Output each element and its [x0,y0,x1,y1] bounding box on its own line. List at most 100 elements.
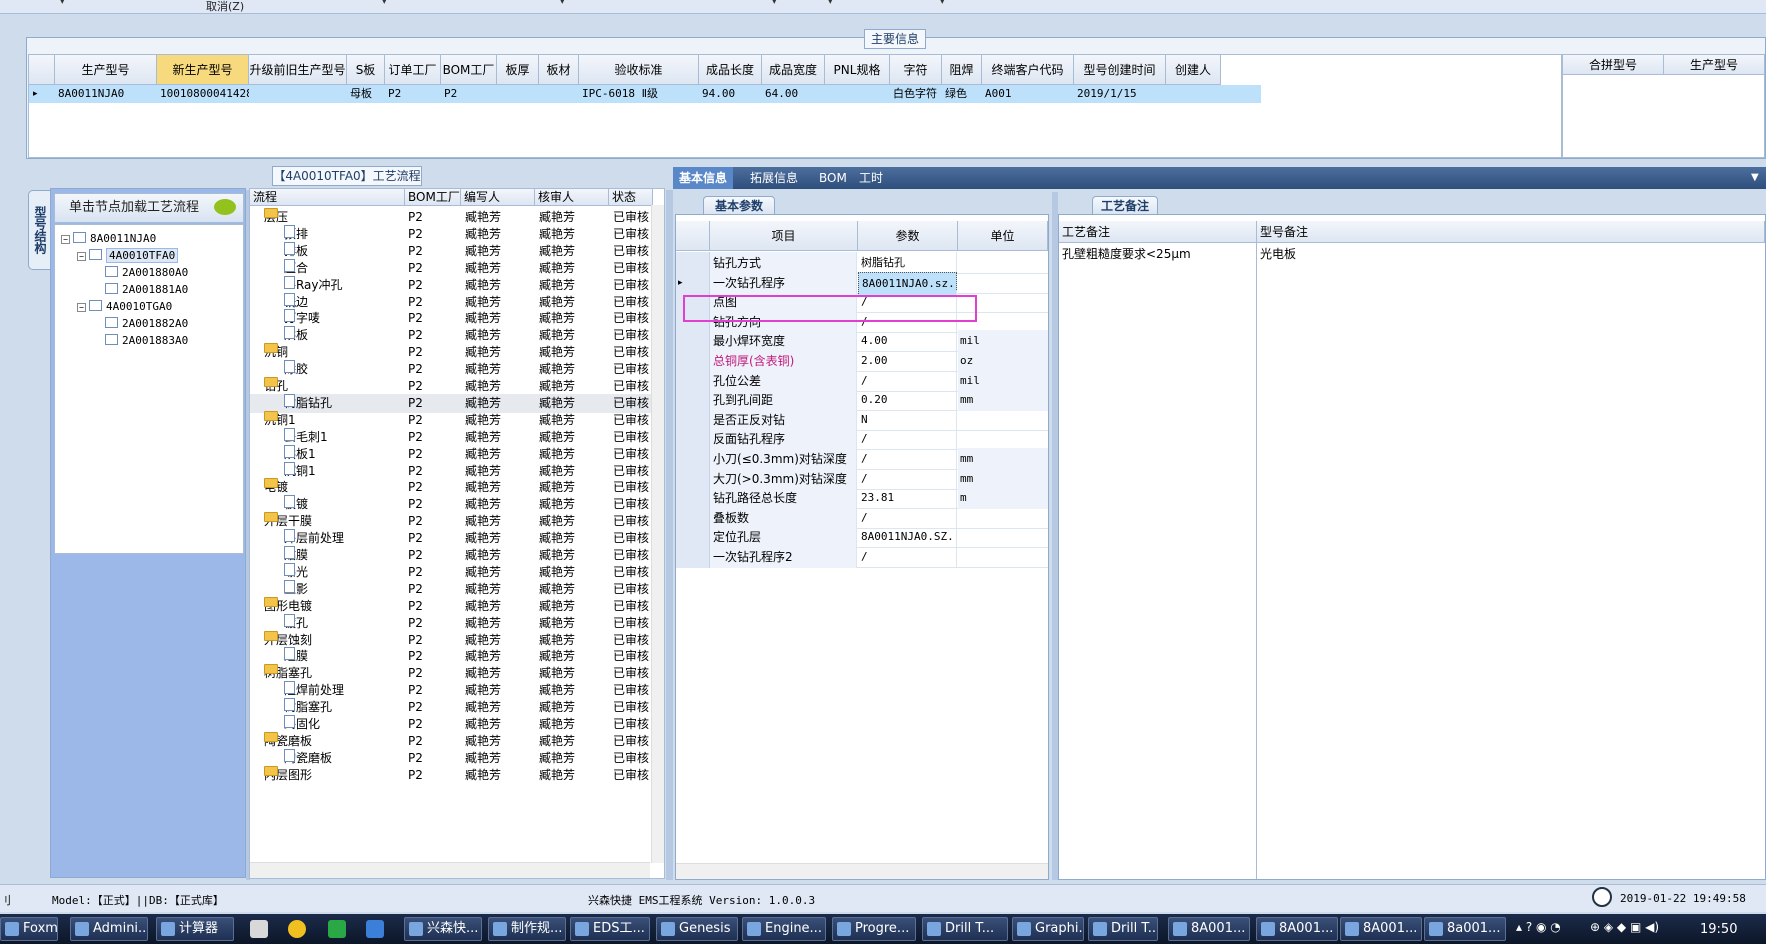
column-header[interactable]: 成品长度 [699,55,762,85]
collapse-icon[interactable]: − [77,252,86,261]
dropdown-arrow-icon[interactable]: ▾ [940,0,945,7]
taskbar-button[interactable]: Engine... [742,917,826,941]
taskbar-button[interactable]: 8A001... [1340,917,1422,941]
grid-cell[interactable]: 母板 [347,85,385,103]
collapse-icon[interactable]: − [77,303,86,312]
params-horizontal-scrollbar[interactable] [676,863,1048,879]
grid-cell[interactable]: 白色字符 [890,85,942,103]
taskbar-button[interactable]: Progre... [832,917,916,941]
taskbar-button[interactable]: Foxmail [0,917,58,941]
cancel-button[interactable]: 取消(Z) [206,0,244,14]
column-header[interactable]: 编写人 [461,189,535,206]
model-note-textarea[interactable]: 光电板 [1257,243,1765,879]
taskbar-button[interactable]: Admini... [70,917,148,941]
grid-cell[interactable]: 8A0011NJA0 [55,85,157,103]
model-structure-tab[interactable]: 型号结构 [28,190,50,270]
taskbar-button[interactable]: 计算器 [156,917,234,941]
tree-node[interactable]: − 4A0010TGA0 [77,298,172,316]
column-header[interactable]: 升级前旧生产型号 [249,55,347,85]
grid-cell[interactable] [825,85,890,103]
column-header[interactable]: 合拼型号 [1563,55,1664,75]
basic-params-tab[interactable]: 基本参数 [703,196,775,215]
column-header[interactable]: 单位 [958,221,1048,251]
app-shortcut-icon[interactable] [288,920,306,938]
tree-node[interactable]: 2A001880A0 [93,264,188,282]
splitter-handle[interactable] [666,190,673,880]
column-header[interactable]: 板材 [539,55,579,85]
dropdown-arrow-icon[interactable]: ▾ [828,0,833,7]
table-row[interactable]: 内层图形 P2 臧艳芳 臧艳芳 已审核 [250,765,653,785]
column-header[interactable]: 项目 [710,221,858,251]
column-header[interactable]: 验收标准 [579,55,699,85]
tree-node[interactable]: 2A001882A0 [93,315,188,333]
process-flow-grid[interactable]: 流程 BOM工厂 编写人 核审人 状态 层压P2臧艳芳臧艳芳已审核预排P2臧艳芳… [249,188,665,879]
taskbar-button[interactable]: 8A001... [1168,917,1250,941]
taskbar-button[interactable]: 8a001... [1424,917,1506,941]
taskbar-button[interactable]: Genesis [656,917,738,941]
grid-cell[interactable]: 10010800041428 [157,85,249,103]
tab-basic-info[interactable]: 基本信息 [673,167,734,189]
grid-cell[interactable] [539,85,579,103]
column-header[interactable]: 终端客户代码 [982,55,1074,85]
app-shortcut-icon[interactable] [366,920,384,938]
tree-node[interactable]: 2A001881A0 [93,281,188,299]
column-header[interactable]: 工艺备注 [1059,221,1257,243]
chevron-down-icon[interactable]: ▼ [1745,167,1765,189]
grid-cell[interactable]: 64.00 [762,85,825,103]
column-header[interactable]: 状态 [609,189,653,206]
column-header[interactable]: 生产型号 [1664,55,1765,75]
column-header[interactable]: 流程 [250,189,405,206]
process-notes-tab[interactable]: 工艺备注 [1092,196,1158,215]
column-header[interactable]: 创建人 [1166,55,1221,85]
column-header[interactable]: 字符 [890,55,942,85]
grid-cell[interactable]: 94.00 [699,85,762,103]
dropdown-arrow-icon[interactable]: ▾ [772,0,777,7]
flow-vertical-scrollbar[interactable] [651,205,664,863]
column-header[interactable]: PNL规格 [825,55,890,85]
dropdown-arrow-icon[interactable]: ▾ [560,0,565,7]
collapse-icon[interactable]: − [61,235,70,244]
grid-cell[interactable]: 2019/1/15 [1074,85,1166,103]
model-tree[interactable]: −8A0011NJA0−4A0010TFA0 2A001880A0 2A001881… [54,224,244,554]
grid-cell[interactable]: IPC-6018 Ⅱ级 [579,85,699,103]
taskbar-button[interactable]: Drill T... [922,917,1008,941]
grid-cell[interactable]: 绿色 [942,85,982,103]
tree-node[interactable]: − 8A0011NJA0 [61,230,156,248]
param-value[interactable]: / [858,546,957,568]
column-header[interactable]: 型号创建时间 [1074,55,1166,85]
tab-bom[interactable]: BOM [813,167,853,189]
taskbar-button[interactable]: 制作规... [488,917,566,941]
taskbar-button[interactable]: EDS工... [570,917,650,941]
app-shortcut-icon[interactable] [250,920,268,938]
column-header[interactable]: 成品宽度 [762,55,825,85]
taskbar-button[interactable]: Graphi... [1012,917,1084,941]
param-row[interactable]: 一次钻孔程序2/ [676,546,1048,568]
grid-cell[interactable] [497,85,539,103]
grid-cell[interactable] [249,85,347,103]
dropdown-arrow-icon[interactable]: ▾ [60,0,65,7]
column-header[interactable]: 核审人 [535,189,609,206]
flow-horizontal-scrollbar[interactable] [250,862,650,878]
taskbar-clock[interactable]: 19:50 [1700,922,1737,937]
process-note-textarea[interactable]: 孔壁粗糙度要求<25μm [1059,243,1257,879]
column-header[interactable]: 阻焊 [942,55,982,85]
taskbar-button[interactable]: Drill T... [1088,917,1158,941]
column-header[interactable]: 新生产型号 [157,55,249,85]
column-header[interactable]: 订单工厂 [385,55,441,85]
tab-extended-info[interactable]: 拓展信息 [744,167,804,189]
grid-cell[interactable]: P2 [441,85,497,103]
column-header[interactable]: 型号备注 [1257,221,1765,243]
tab-work-hours[interactable]: 工时 [853,167,889,189]
taskbar-button[interactable]: 8A001... [1256,917,1338,941]
column-header[interactable]: S板 [347,55,385,85]
grid-cell[interactable]: A001 [982,85,1074,103]
tray-icons[interactable]: ▴ ? ◉ ◔ [1516,920,1576,938]
taskbar-button[interactable]: 兴森快... [404,917,482,941]
tree-node[interactable]: − 4A0010TFA0 [77,247,179,265]
app-shortcut-icon[interactable] [328,920,346,938]
column-header[interactable]: 参数 [858,221,958,251]
tray-icons[interactable]: ⊕ ◈ ◆ ▣ ◀) [1590,920,1690,938]
column-header[interactable]: 板厚 [497,55,539,85]
column-header[interactable]: 生产型号 [55,55,157,85]
column-header[interactable]: BOM工厂 [441,55,497,85]
